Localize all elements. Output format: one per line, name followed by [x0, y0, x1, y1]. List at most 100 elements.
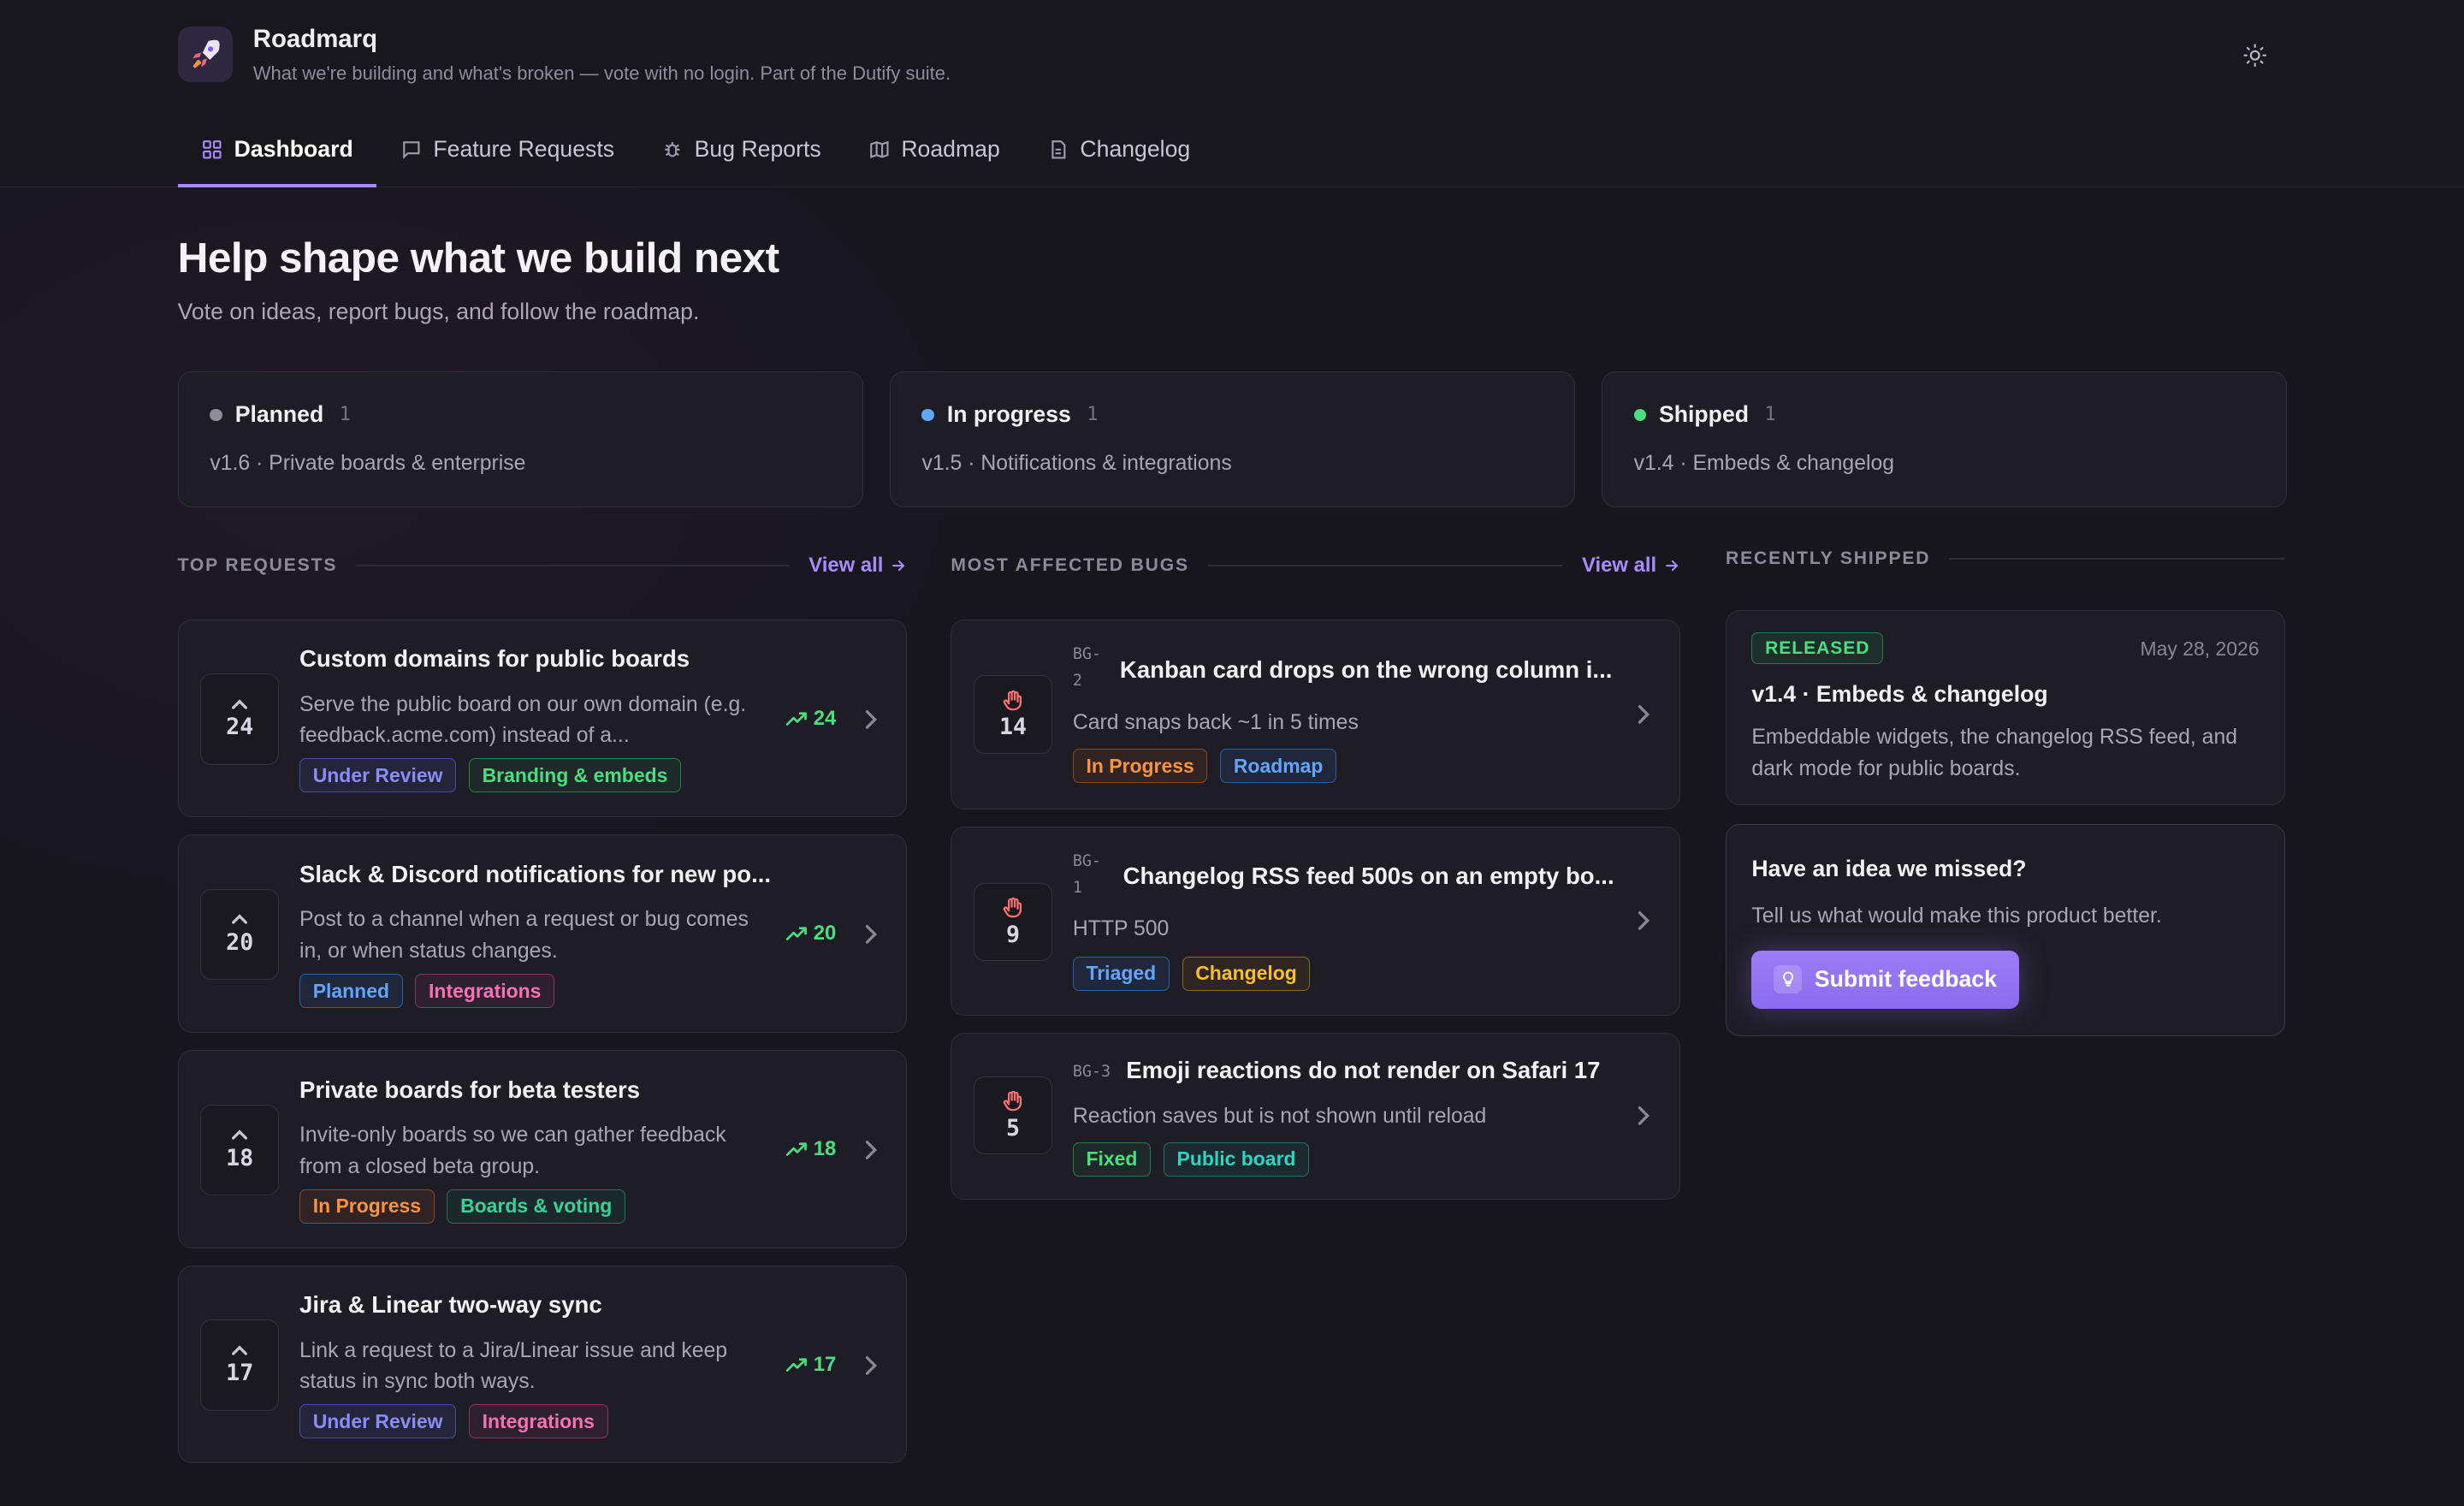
- request-card[interactable]: 24 Custom domains for public boards Serv…: [177, 619, 907, 818]
- chevron-up-icon: [232, 1130, 248, 1140]
- status-card-in-progress[interactable]: In progress 1 v1.5 · Notifications & int…: [889, 371, 1575, 508]
- view-all-label: View all: [808, 553, 884, 577]
- bug-desc: HTTP 500: [1072, 916, 1170, 940]
- trending-up-icon: [785, 927, 807, 941]
- category-tag: Public board: [1163, 1141, 1310, 1177]
- arrow-right-icon: [891, 560, 905, 571]
- app-tagline: What we're building and what's broken — …: [252, 62, 951, 85]
- upvote-button[interactable]: 20: [200, 888, 280, 981]
- section-label: RECENTLY SHIPPED: [1726, 548, 1931, 569]
- trending-up-icon: [785, 1142, 807, 1156]
- hand-icon: [1003, 1091, 1022, 1112]
- tab-label: Dashboard: [234, 136, 353, 162]
- bug-card[interactable]: 9 BG- 1 Changelog RSS feed 500s on an emp…: [951, 827, 1680, 1016]
- status-tag: In Progress: [299, 1189, 435, 1224]
- chevron-right-icon: [1638, 705, 1650, 724]
- released-badge: RELEASED: [1751, 632, 1884, 665]
- tab-label: Bug Reports: [694, 136, 821, 162]
- status-card-shipped[interactable]: Shipped 1 v1.4 · Embeds & changelog: [1601, 371, 2287, 508]
- submit-feedback-button[interactable]: Submit feedback: [1751, 950, 2019, 1009]
- page-title: Help shape what we build next: [177, 233, 780, 282]
- idea-title: Have an idea we missed?: [1751, 856, 2027, 882]
- status-name: Planned: [234, 401, 324, 428]
- request-card[interactable]: 20 Slack & Discord notifications for new…: [177, 834, 907, 1033]
- status-dot: [1633, 408, 1647, 422]
- tab-dashboard[interactable]: Dashboard: [177, 113, 377, 187]
- request-title: Custom domains for public boards: [299, 645, 690, 673]
- vote-count: 20: [226, 928, 254, 956]
- status-tag: Fixed: [1072, 1141, 1152, 1177]
- status-name: In progress: [946, 401, 1071, 428]
- divider: [1207, 564, 1563, 566]
- trend-value: 17: [813, 1352, 837, 1376]
- lightbulb-icon: [1774, 964, 1803, 994]
- affected-button[interactable]: 9: [974, 882, 1052, 962]
- tab-label: Feature Requests: [433, 136, 615, 162]
- request-title: Slack & Discord notifications for new po…: [299, 860, 772, 887]
- bug-card[interactable]: 14 BG- 2 Kanban card drops on the wrong c…: [951, 619, 1680, 810]
- tab-bug-reports[interactable]: Bug Reports: [638, 113, 845, 186]
- status-count: 1: [1764, 404, 1776, 426]
- status-tag: Triaged: [1072, 956, 1170, 991]
- upvote-button[interactable]: 17: [200, 1319, 280, 1411]
- status-count: 1: [1087, 404, 1099, 426]
- status-dot: [210, 408, 222, 422]
- recently-shipped-header: RECENTLY SHIPPED: [1726, 548, 2285, 569]
- shipped-release-card[interactable]: RELEASED May 28, 2026 v1.4 · Embeds & ch…: [1726, 609, 2285, 805]
- status-tag: In Progress: [1072, 749, 1208, 784]
- affected-button[interactable]: 5: [974, 1076, 1052, 1155]
- chevron-right-icon: [1638, 1106, 1650, 1125]
- chevron-up-icon: [232, 914, 248, 925]
- tab-changelog[interactable]: Changelog: [1023, 113, 1213, 186]
- status-desc: v1.5 · Notifications & integrations: [921, 451, 1232, 475]
- document-icon: [1051, 139, 1066, 159]
- arrow-right-icon: [1665, 560, 1679, 571]
- bug-id: BG-3: [1072, 1063, 1111, 1082]
- category-tag: Roadmap: [1220, 749, 1337, 784]
- vote-count: 17: [226, 1360, 254, 1387]
- request-desc: Serve the public board on our own domain…: [299, 692, 747, 748]
- sun-icon[interactable]: [2236, 36, 2274, 74]
- bug-title: Kanban card drops on the wrong column i.…: [1119, 656, 1613, 684]
- status-tag: Under Review: [299, 1404, 457, 1439]
- affected-count: 5: [1005, 1114, 1021, 1141]
- message-icon: [403, 140, 420, 159]
- section-label: MOST AFFECTED BUGS: [951, 554, 1189, 575]
- chevron-right-icon: [865, 1140, 877, 1159]
- trending-up-icon: [785, 1358, 807, 1372]
- view-all-requests-link[interactable]: View all: [808, 554, 907, 578]
- release-desc: Embeddable widgets, the changelog RSS fe…: [1751, 726, 2238, 780]
- view-all-label: View all: [1582, 553, 1657, 577]
- tab-feature-requests[interactable]: Feature Requests: [376, 113, 637, 186]
- rocket-icon[interactable]: [177, 27, 233, 82]
- view-all-bugs-link[interactable]: View all: [1582, 554, 1680, 578]
- bug-icon: [665, 141, 680, 157]
- tab-roadmap[interactable]: Roadmap: [844, 113, 1023, 186]
- status-desc: v1.4 · Embeds & changelog: [1633, 451, 1895, 475]
- trend-indicator: 18: [785, 1137, 836, 1161]
- tab-label: Changelog: [1080, 136, 1191, 162]
- request-card[interactable]: 17 Jira & Linear two-way sync Link a req…: [177, 1265, 907, 1464]
- trend-indicator: 20: [785, 922, 836, 946]
- most-affected-bugs-header: MOST AFFECTED BUGS View all: [951, 554, 1679, 578]
- map-icon: [869, 140, 889, 158]
- upvote-button[interactable]: 18: [200, 1104, 280, 1196]
- chevron-right-icon: [865, 1355, 877, 1375]
- category-tag: Integrations: [415, 974, 555, 1009]
- status-desc: v1.6 · Private boards & enterprise: [210, 451, 526, 475]
- submit-feedback-label: Submit feedback: [1814, 966, 1997, 993]
- status-tag: Under Review: [299, 758, 457, 793]
- status-dot: [921, 408, 935, 422]
- status-name: Shipped: [1659, 401, 1750, 428]
- category-tag: Branding & embeds: [468, 758, 682, 793]
- bug-id: BG- 1: [1072, 852, 1101, 898]
- status-card-planned[interactable]: Planned 1 v1.6 · Private boards & enterp…: [177, 371, 863, 508]
- affected-count: 14: [998, 714, 1028, 741]
- category-tag: Boards & voting: [447, 1189, 626, 1224]
- affected-count: 9: [1005, 921, 1021, 948]
- request-card[interactable]: 18 Private boards for beta testers Invit…: [177, 1050, 907, 1248]
- upvote-button[interactable]: 24: [200, 673, 280, 765]
- bug-card[interactable]: 5 BG-3 Emoji reactions do not render on …: [951, 1032, 1680, 1200]
- hand-icon: [1003, 898, 1022, 918]
- affected-button[interactable]: 14: [974, 675, 1052, 754]
